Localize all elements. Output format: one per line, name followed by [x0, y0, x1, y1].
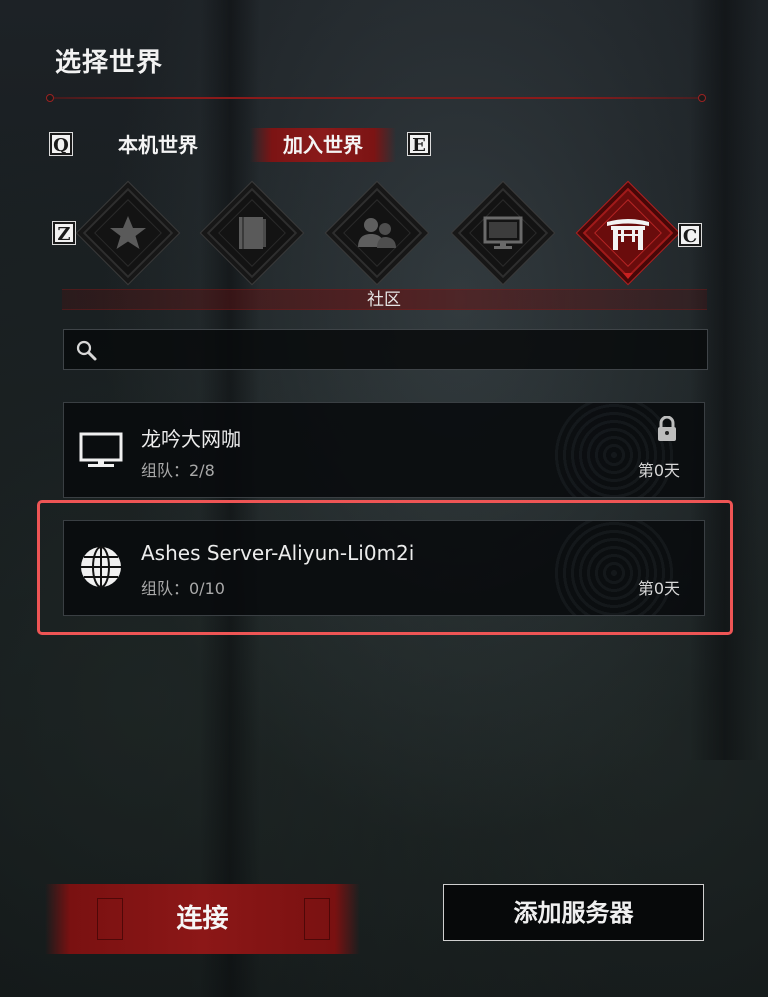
server-row[interactable]: 龙吟大网咖 组队：2/8 第0天 [63, 402, 705, 498]
page-title: 选择世界 [55, 48, 164, 78]
book-icon [239, 217, 266, 249]
category-friends[interactable] [331, 187, 423, 279]
search-bar[interactable] [63, 329, 708, 370]
category-next-key[interactable]: C [678, 223, 702, 247]
category-favorites[interactable] [82, 187, 174, 279]
star-icon [110, 216, 146, 249]
search-input[interactable] [104, 330, 699, 369]
button-ornament [304, 898, 330, 940]
friends-icon [358, 218, 396, 248]
tab-next-key[interactable]: E [407, 132, 431, 156]
background-trunk [690, 0, 760, 760]
tab-prev-key[interactable]: Q [49, 132, 73, 156]
search-icon [76, 340, 97, 361]
selected-server-highlight [37, 500, 733, 635]
title-divider [46, 94, 706, 102]
category-lan[interactable] [457, 187, 549, 279]
category-history[interactable] [206, 187, 298, 279]
connect-button[interactable]: 连接 [45, 884, 360, 954]
server-name: 龙吟大网咖 [141, 427, 241, 451]
tab-local-world[interactable]: 本机世界 [98, 128, 218, 162]
monitor-icon [79, 432, 123, 467]
tab-join-world[interactable]: 加入世界 [250, 128, 396, 162]
category-prev-key[interactable]: Z [52, 221, 76, 245]
category-community[interactable] [582, 187, 674, 279]
monitor-icon [483, 216, 523, 249]
category-label: 社区 [367, 290, 401, 310]
server-day: 第0天 [637, 461, 680, 480]
category-selected-indicator [623, 273, 633, 279]
add-server-button[interactable]: 添加服务器 [443, 884, 704, 941]
server-team-count: 组队：2/8 [141, 461, 215, 480]
lock-icon [658, 416, 676, 441]
connect-button-label: 连接 [176, 904, 229, 934]
gate-icon [607, 219, 649, 250]
button-ornament [97, 898, 123, 940]
